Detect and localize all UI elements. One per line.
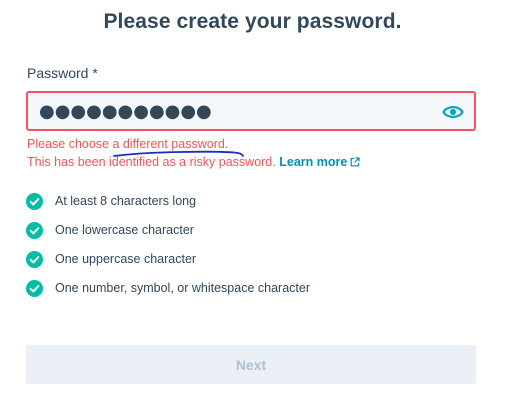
learn-more-label: Learn more bbox=[279, 155, 348, 169]
page-title: Please create your password. bbox=[103, 10, 402, 33]
next-button[interactable]: Next bbox=[26, 345, 476, 384]
eye-icon[interactable] bbox=[442, 103, 464, 121]
password-input[interactable]: ●●●●●●●●●●● bbox=[26, 91, 476, 131]
check-circle-icon bbox=[26, 222, 43, 239]
requirement-text: One number, symbol, or whitespace charac… bbox=[55, 281, 310, 295]
learn-more-link[interactable]: Learn more bbox=[279, 155, 360, 169]
requirement-text: One uppercase character bbox=[55, 252, 197, 266]
external-link-icon bbox=[350, 157, 360, 167]
password-label: Password * bbox=[27, 65, 98, 81]
check-circle-icon bbox=[26, 193, 43, 210]
password-masked-value: ●●●●●●●●●●● bbox=[39, 101, 212, 122]
error-risky-text: This has been identified as a risky pass… bbox=[27, 155, 276, 169]
create-password-page: Please create your password. Password * … bbox=[0, 0, 505, 400]
requirement-text: One lowercase character bbox=[55, 223, 194, 237]
check-circle-icon bbox=[26, 251, 43, 268]
check-circle-icon bbox=[26, 280, 43, 297]
error-different-password: Please choose a different password. bbox=[27, 137, 229, 151]
requirement-text: At least 8 characters long bbox=[55, 194, 197, 208]
error-risky-password: This has been identified as a risky pass… bbox=[27, 155, 360, 169]
